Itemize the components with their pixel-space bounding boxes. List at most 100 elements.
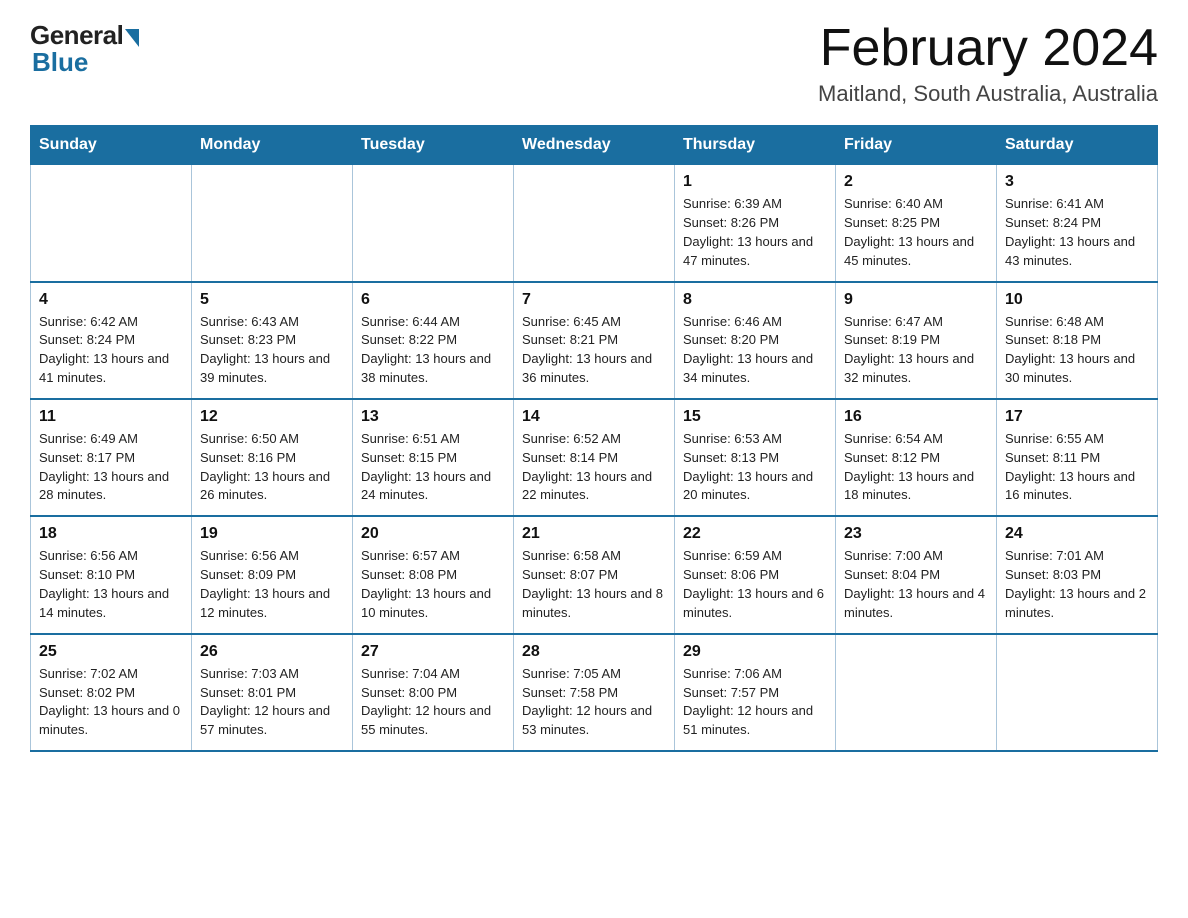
- day-info: Sunrise: 6:41 AM Sunset: 8:24 PM Dayligh…: [1005, 195, 1149, 270]
- day-info: Sunrise: 6:47 AM Sunset: 8:19 PM Dayligh…: [844, 313, 988, 388]
- calendar-cell: 11 Sunrise: 6:49 AM Sunset: 8:17 PM Dayli…: [31, 399, 192, 516]
- day-number: 28: [522, 643, 666, 661]
- logo-blue-text: Blue: [32, 47, 88, 78]
- day-number: 14: [522, 408, 666, 426]
- day-number: 1: [683, 173, 827, 191]
- calendar-cell: 21 Sunrise: 6:58 AM Sunset: 8:07 PM Dayli…: [514, 516, 675, 633]
- calendar-cell: 2Sunrise: 6:40 AM Sunset: 8:25 PM Daylig…: [836, 165, 997, 282]
- day-number: 29: [683, 643, 827, 661]
- day-number: 20: [361, 525, 505, 543]
- calendar-cell: 12 Sunrise: 6:50 AM Sunset: 8:16 PM Dayli…: [192, 399, 353, 516]
- day-number: 5: [200, 291, 344, 309]
- calendar-cell: 4 Sunrise: 6:42 AM Sunset: 8:24 PM Daylig…: [31, 282, 192, 399]
- calendar-cell: 24 Sunrise: 7:01 AM Sunset: 8:03 PM Dayli…: [997, 516, 1158, 633]
- day-number: 10: [1005, 291, 1149, 309]
- day-number: 18: [39, 525, 183, 543]
- day-info: Sunrise: 6:45 AM Sunset: 8:21 PM Dayligh…: [522, 313, 666, 388]
- calendar-cell: 23Sunrise: 7:00 AM Sunset: 8:04 PM Dayli…: [836, 516, 997, 633]
- day-info: Sunrise: 6:39 AM Sunset: 8:26 PM Dayligh…: [683, 195, 827, 270]
- day-number: 9: [844, 291, 988, 309]
- calendar-cell: 17 Sunrise: 6:55 AM Sunset: 8:11 PM Dayli…: [997, 399, 1158, 516]
- calendar-cell: [353, 165, 514, 282]
- day-number: 6: [361, 291, 505, 309]
- day-info: Sunrise: 7:02 AM Sunset: 8:02 PM Dayligh…: [39, 665, 183, 740]
- calendar-cell: 9 Sunrise: 6:47 AM Sunset: 8:19 PM Daylig…: [836, 282, 997, 399]
- column-header-sunday: Sunday: [31, 126, 192, 165]
- calendar-cell: 26Sunrise: 7:03 AM Sunset: 8:01 PM Dayli…: [192, 634, 353, 751]
- calendar-cell: [31, 165, 192, 282]
- day-number: 11: [39, 408, 183, 426]
- day-info: Sunrise: 6:55 AM Sunset: 8:11 PM Dayligh…: [1005, 430, 1149, 505]
- calendar-cell: 19 Sunrise: 6:56 AM Sunset: 8:09 PM Dayli…: [192, 516, 353, 633]
- calendar-cell: 14 Sunrise: 6:52 AM Sunset: 8:14 PM Dayli…: [514, 399, 675, 516]
- day-number: 21: [522, 525, 666, 543]
- day-number: 8: [683, 291, 827, 309]
- calendar-header-row: SundayMondayTuesdayWednesdayThursdayFrid…: [31, 126, 1158, 165]
- calendar-title: February 2024: [818, 20, 1158, 77]
- logo: General Blue: [30, 20, 139, 78]
- calendar-cell: 10 Sunrise: 6:48 AM Sunset: 8:18 PM Dayli…: [997, 282, 1158, 399]
- day-info: Sunrise: 6:56 AM Sunset: 8:10 PM Dayligh…: [39, 547, 183, 622]
- calendar-table: SundayMondayTuesdayWednesdayThursdayFrid…: [30, 125, 1158, 752]
- title-block: February 2024 Maitland, South Australia,…: [818, 20, 1158, 107]
- calendar-cell: [192, 165, 353, 282]
- day-number: 13: [361, 408, 505, 426]
- day-info: Sunrise: 6:50 AM Sunset: 8:16 PM Dayligh…: [200, 430, 344, 505]
- day-info: Sunrise: 6:58 AM Sunset: 8:07 PM Dayligh…: [522, 547, 666, 622]
- logo-arrow-icon: [125, 29, 139, 47]
- calendar-cell: 1 Sunrise: 6:39 AM Sunset: 8:26 PM Daylig…: [675, 165, 836, 282]
- calendar-cell: 8 Sunrise: 6:46 AM Sunset: 8:20 PM Daylig…: [675, 282, 836, 399]
- day-info: Sunrise: 6:49 AM Sunset: 8:17 PM Dayligh…: [39, 430, 183, 505]
- calendar-cell: [997, 634, 1158, 751]
- day-info: Sunrise: 6:54 AM Sunset: 8:12 PM Dayligh…: [844, 430, 988, 505]
- calendar-cell: [514, 165, 675, 282]
- day-info: Sunrise: 6:53 AM Sunset: 8:13 PM Dayligh…: [683, 430, 827, 505]
- calendar-cell: 5 Sunrise: 6:43 AM Sunset: 8:23 PM Daylig…: [192, 282, 353, 399]
- calendar-week-row: 18 Sunrise: 6:56 AM Sunset: 8:10 PM Dayli…: [31, 516, 1158, 633]
- calendar-cell: 28Sunrise: 7:05 AM Sunset: 7:58 PM Dayli…: [514, 634, 675, 751]
- day-info: Sunrise: 6:57 AM Sunset: 8:08 PM Dayligh…: [361, 547, 505, 622]
- calendar-cell: 13 Sunrise: 6:51 AM Sunset: 8:15 PM Dayli…: [353, 399, 514, 516]
- day-info: Sunrise: 6:48 AM Sunset: 8:18 PM Dayligh…: [1005, 313, 1149, 388]
- day-info: Sunrise: 7:01 AM Sunset: 8:03 PM Dayligh…: [1005, 547, 1149, 622]
- day-info: Sunrise: 6:42 AM Sunset: 8:24 PM Dayligh…: [39, 313, 183, 388]
- calendar-week-row: 1 Sunrise: 6:39 AM Sunset: 8:26 PM Daylig…: [31, 165, 1158, 282]
- column-header-monday: Monday: [192, 126, 353, 165]
- day-number: 26: [200, 643, 344, 661]
- calendar-cell: 7 Sunrise: 6:45 AM Sunset: 8:21 PM Daylig…: [514, 282, 675, 399]
- day-number: 4: [39, 291, 183, 309]
- day-number: 15: [683, 408, 827, 426]
- calendar-week-row: 4 Sunrise: 6:42 AM Sunset: 8:24 PM Daylig…: [31, 282, 1158, 399]
- day-number: 27: [361, 643, 505, 661]
- calendar-cell: 20 Sunrise: 6:57 AM Sunset: 8:08 PM Dayli…: [353, 516, 514, 633]
- column-header-friday: Friday: [836, 126, 997, 165]
- day-number: 7: [522, 291, 666, 309]
- day-number: 25: [39, 643, 183, 661]
- day-info: Sunrise: 7:06 AM Sunset: 7:57 PM Dayligh…: [683, 665, 827, 740]
- day-info: Sunrise: 6:59 AM Sunset: 8:06 PM Dayligh…: [683, 547, 827, 622]
- calendar-location: Maitland, South Australia, Australia: [818, 81, 1158, 107]
- calendar-cell: 3 Sunrise: 6:41 AM Sunset: 8:24 PM Daylig…: [997, 165, 1158, 282]
- calendar-cell: 25 Sunrise: 7:02 AM Sunset: 8:02 PM Dayli…: [31, 634, 192, 751]
- day-info: Sunrise: 7:00 AM Sunset: 8:04 PM Dayligh…: [844, 547, 988, 622]
- day-number: 16: [844, 408, 988, 426]
- day-number: 12: [200, 408, 344, 426]
- day-number: 24: [1005, 525, 1149, 543]
- calendar-cell: 16 Sunrise: 6:54 AM Sunset: 8:12 PM Dayli…: [836, 399, 997, 516]
- day-number: 3: [1005, 173, 1149, 191]
- column-header-saturday: Saturday: [997, 126, 1158, 165]
- day-number: 17: [1005, 408, 1149, 426]
- calendar-week-row: 25 Sunrise: 7:02 AM Sunset: 8:02 PM Dayli…: [31, 634, 1158, 751]
- day-info: Sunrise: 6:46 AM Sunset: 8:20 PM Dayligh…: [683, 313, 827, 388]
- calendar-cell: 29 Sunrise: 7:06 AM Sunset: 7:57 PM Dayli…: [675, 634, 836, 751]
- column-header-wednesday: Wednesday: [514, 126, 675, 165]
- day-info: Sunrise: 6:56 AM Sunset: 8:09 PM Dayligh…: [200, 547, 344, 622]
- calendar-week-row: 11 Sunrise: 6:49 AM Sunset: 8:17 PM Dayli…: [31, 399, 1158, 516]
- day-number: 19: [200, 525, 344, 543]
- day-info: Sunrise: 6:51 AM Sunset: 8:15 PM Dayligh…: [361, 430, 505, 505]
- page-header: General Blue February 2024 Maitland, Sou…: [30, 20, 1158, 107]
- day-info: Sunrise: 7:04 AM Sunset: 8:00 PM Dayligh…: [361, 665, 505, 740]
- day-info: Sunrise: 6:52 AM Sunset: 8:14 PM Dayligh…: [522, 430, 666, 505]
- day-info: Sunrise: 6:40 AM Sunset: 8:25 PM Dayligh…: [844, 195, 988, 270]
- day-info: Sunrise: 6:43 AM Sunset: 8:23 PM Dayligh…: [200, 313, 344, 388]
